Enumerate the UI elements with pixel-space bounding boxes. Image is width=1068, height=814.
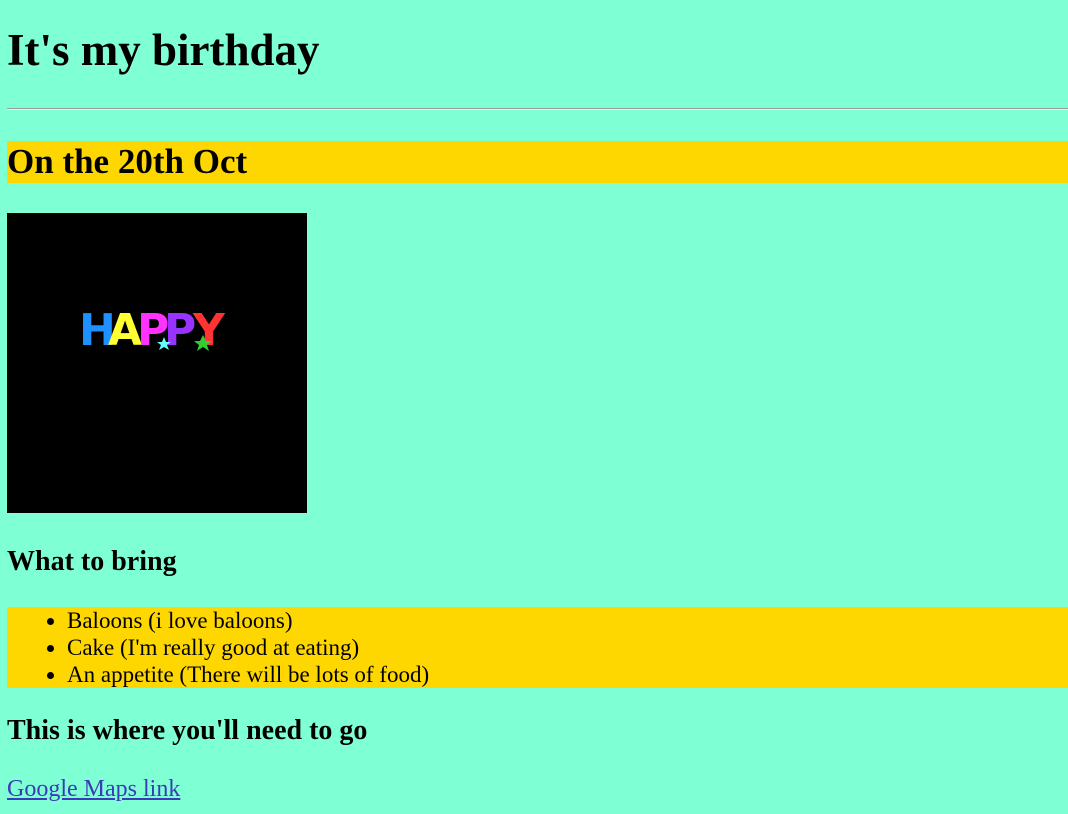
- happy-letter-y: Y: [192, 305, 226, 356]
- happy-birthday-gif-icon: H A P P Y: [7, 213, 307, 513]
- divider: [7, 108, 1068, 110]
- page-title: It's my birthday: [7, 25, 320, 75]
- date-heading: On the 20th Oct: [7, 141, 1068, 183]
- list-item: Baloons (i love baloons): [67, 607, 1068, 634]
- happy-birthday-image: H A P P Y: [7, 213, 307, 513]
- bring-heading: What to bring: [7, 546, 177, 577]
- bring-list: Baloons (i love baloons) Cake (I'm reall…: [7, 607, 1068, 688]
- location-heading: This is where you'll need to go: [7, 715, 368, 746]
- happy-letter-p2: P: [164, 305, 196, 356]
- google-maps-link[interactable]: Google Maps link: [7, 775, 180, 803]
- list-item: An appetite (There will be lots of food): [67, 661, 1068, 688]
- list-item: Cake (I'm really good at eating): [67, 634, 1068, 661]
